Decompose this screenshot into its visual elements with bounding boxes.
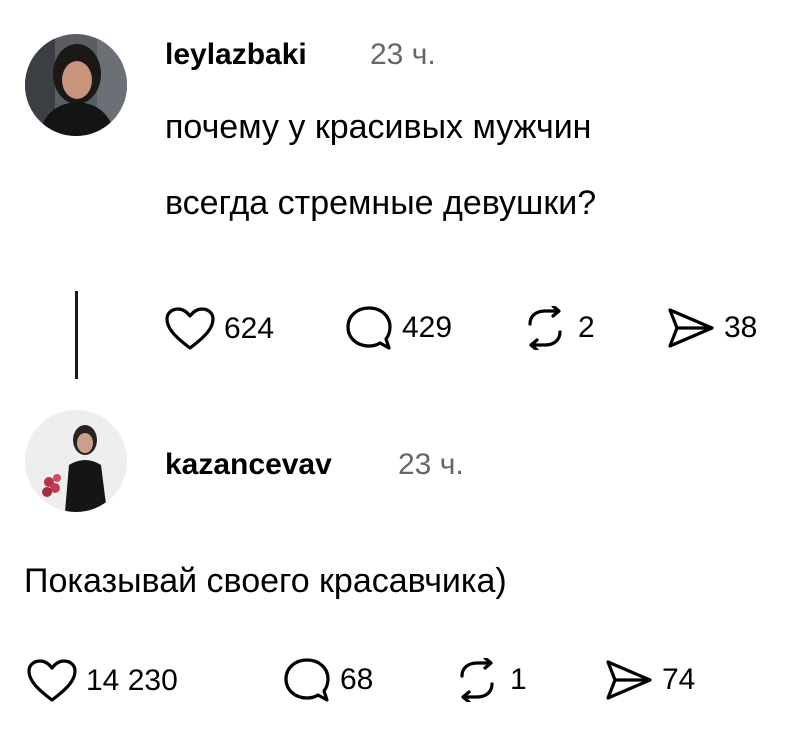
repost-button[interactable]: 1 (452, 658, 527, 702)
repost-button[interactable]: 2 (520, 306, 595, 350)
share-send-icon (668, 308, 714, 348)
reply-button[interactable]: 68 (282, 656, 373, 704)
comment-text-line: Показывай своего красавчика) (24, 562, 507, 600)
share-button[interactable]: 74 (604, 658, 695, 702)
repost-count: 2 (578, 311, 595, 344)
avatar-photo (25, 410, 127, 512)
like-count: 14 230 (86, 664, 178, 697)
username[interactable]: kazancevav (165, 448, 332, 482)
share-button[interactable]: 38 (666, 306, 757, 350)
avatar[interactable] (25, 410, 127, 512)
heart-icon (165, 307, 215, 350)
comment-bubble-icon (284, 658, 330, 702)
reply-count: 429 (402, 311, 453, 344)
comment-bubble-icon (346, 306, 392, 350)
reply-button[interactable]: 429 (344, 304, 452, 352)
comment-text-line: всегда стремные девушки? (165, 184, 597, 222)
share-count: 74 (662, 663, 696, 696)
username[interactable]: leylazbaki (165, 38, 307, 72)
like-count: 624 (224, 312, 275, 345)
comment-text-line: почему у красивых мужчин (165, 108, 592, 146)
avatar-photo (25, 34, 127, 136)
thread-line (75, 291, 78, 379)
like-button[interactable]: 624 (164, 306, 274, 352)
timestamp: 23 ч. (370, 38, 436, 71)
repost-icon (460, 658, 494, 702)
like-button[interactable]: 14 230 (26, 658, 178, 704)
reply-count: 68 (340, 663, 374, 696)
repost-icon (528, 306, 562, 350)
heart-icon (27, 659, 77, 702)
avatar[interactable] (25, 34, 127, 136)
timestamp: 23 ч. (398, 448, 464, 481)
share-count: 38 (724, 311, 758, 344)
repost-count: 1 (510, 663, 527, 696)
share-send-icon (606, 660, 652, 700)
